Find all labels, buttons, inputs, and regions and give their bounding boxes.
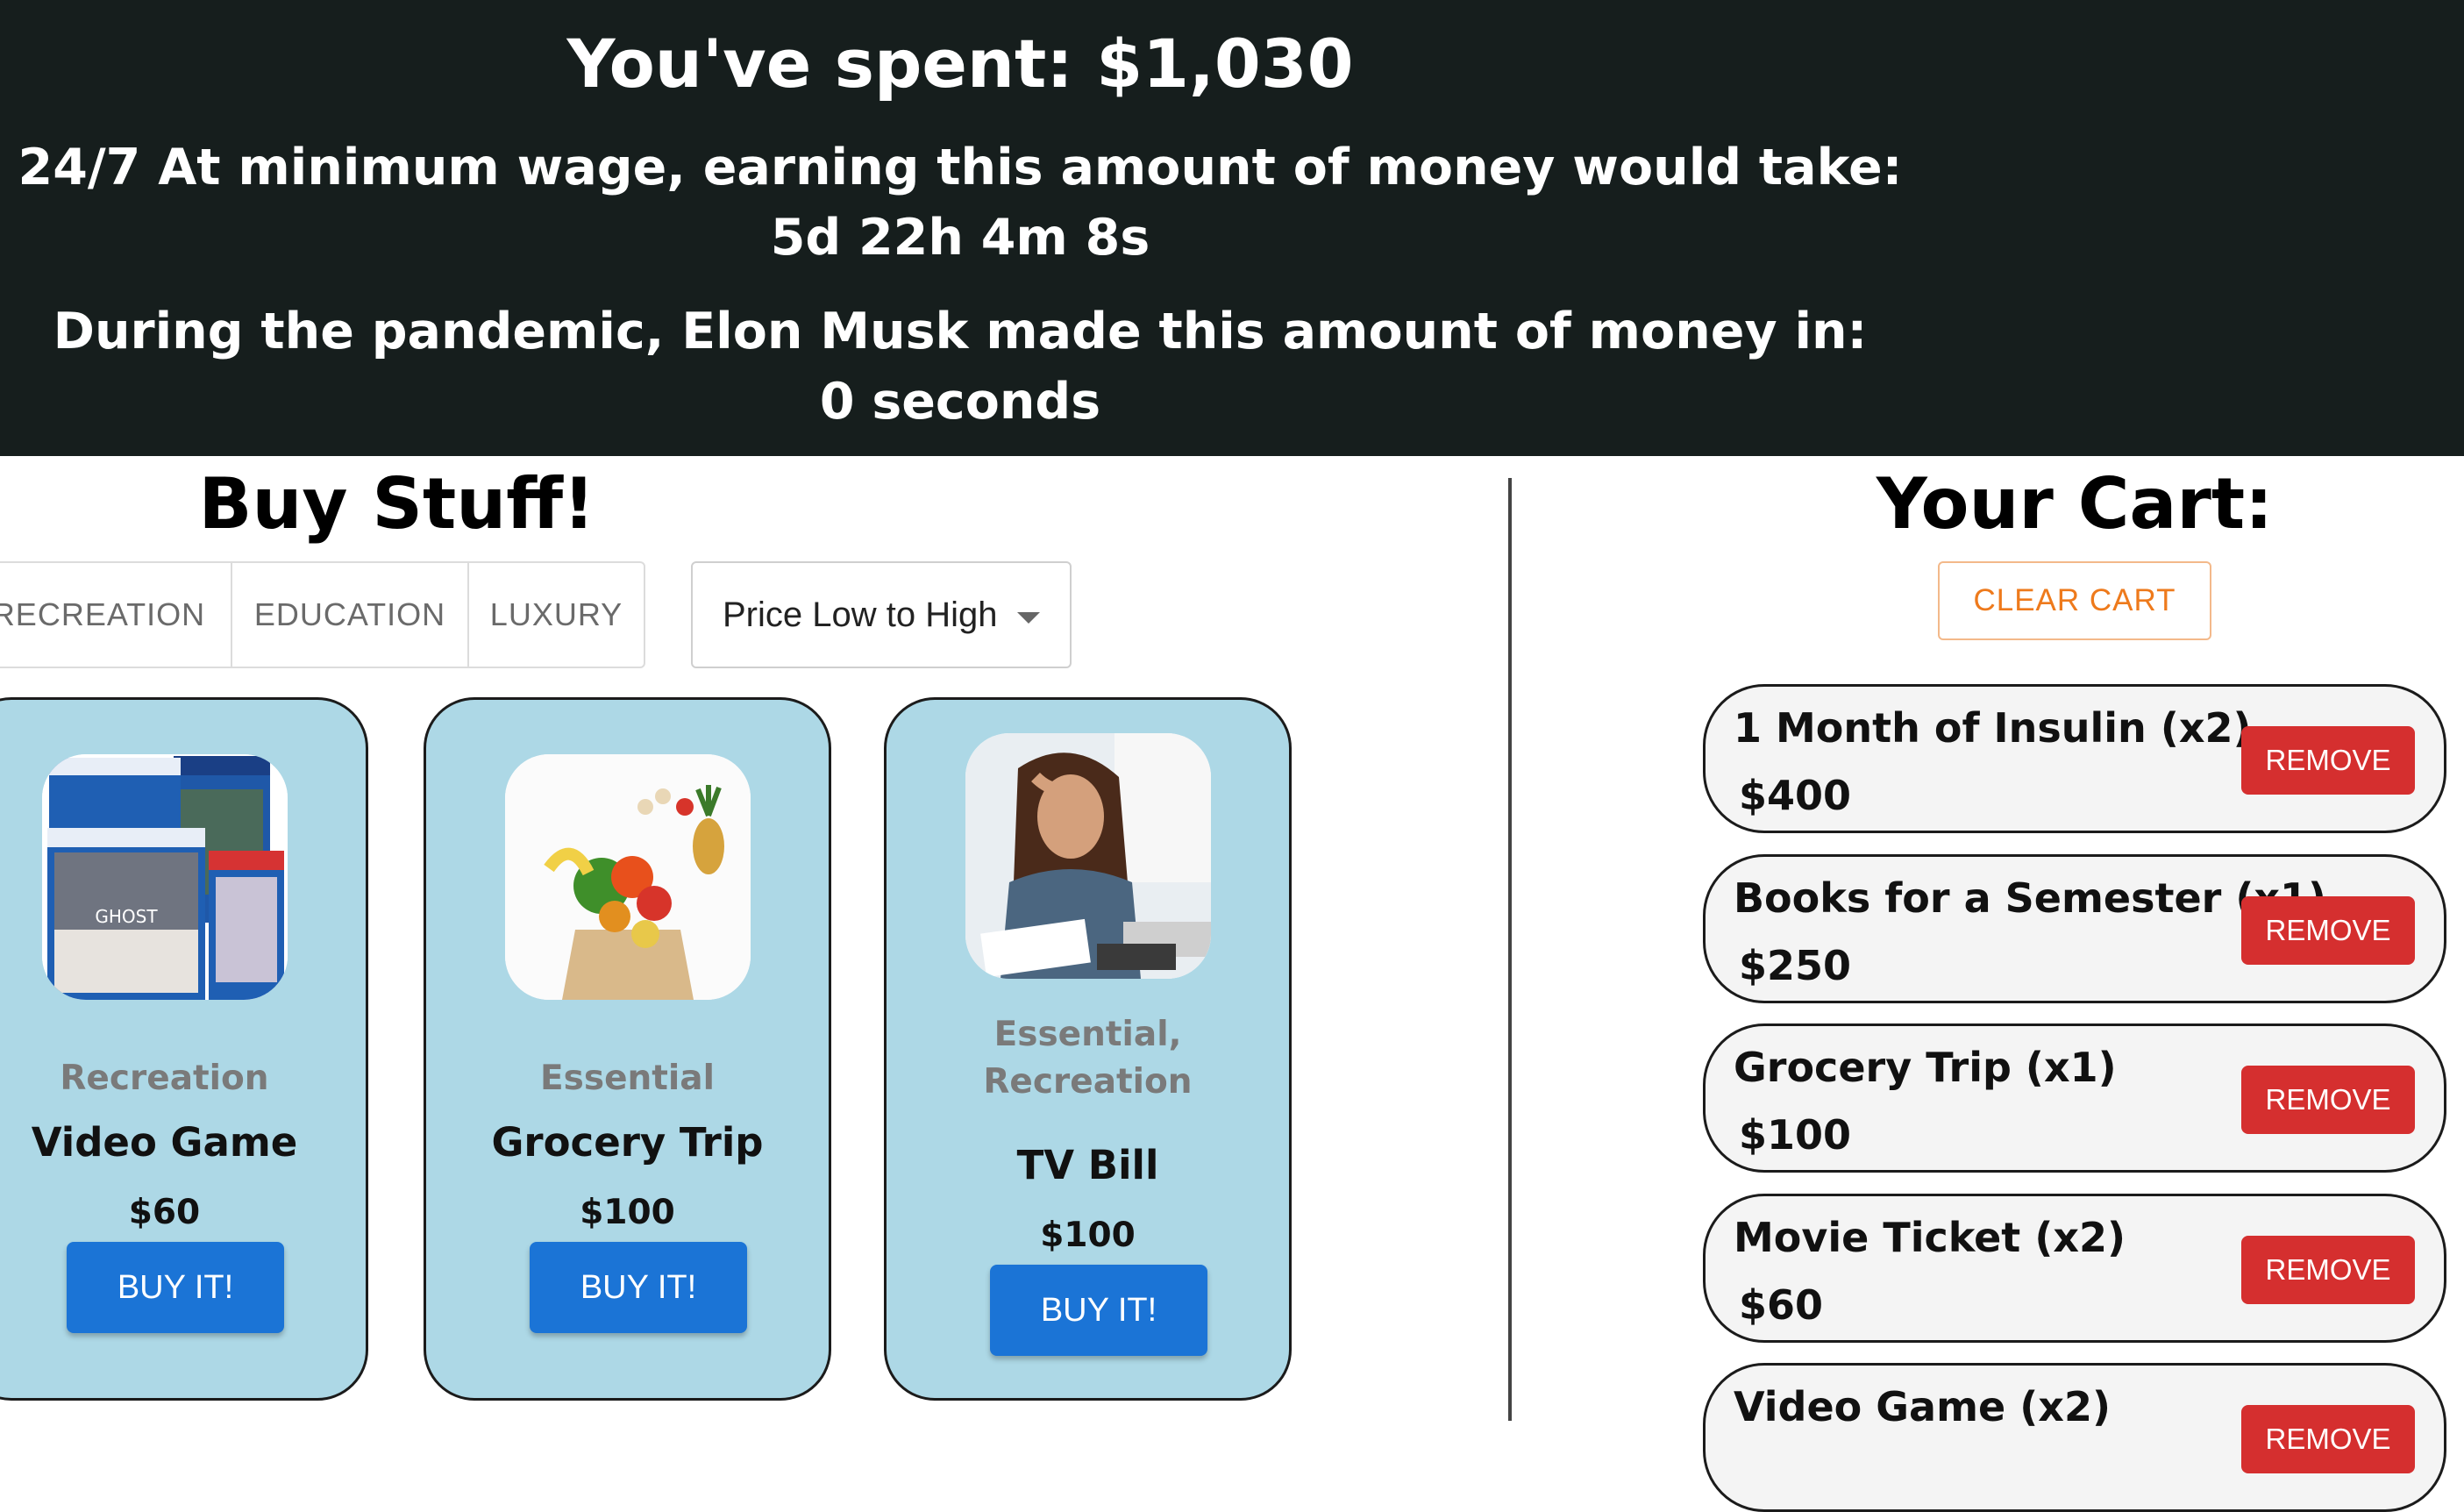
tab-recreation[interactable]: RECREATION <box>0 563 232 667</box>
product-category: Essential <box>540 1059 715 1098</box>
cart-item: Grocery Trip (x1) $100 REMOVE <box>1703 1023 2446 1173</box>
total-spent: You've spent: $1,030 <box>566 25 1354 103</box>
stressed-woman-bills-image <box>965 733 1211 979</box>
cart-item: Movie Ticket (x2) $60 REMOVE <box>1703 1194 2446 1343</box>
clear-cart-button[interactable]: CLEAR CART <box>1938 561 2211 640</box>
product-name: Video Game <box>31 1119 298 1166</box>
product-price: $100 <box>580 1193 675 1232</box>
product-card-video-game: GHOST Recreation Video Game $60 BUY IT! <box>0 697 368 1401</box>
product-card-tv-bill: Essential, Recreation TV Bill $100 BUY I… <box>884 697 1292 1401</box>
cart-item: Books for a Semester (x1) $250 REMOVE <box>1703 854 2446 1003</box>
musk-time: 0 seconds <box>819 373 1101 431</box>
minimum-wage-time: 5d 22h 4m 8s <box>770 209 1150 267</box>
cart-item-price: $400 <box>1739 772 1852 819</box>
product-category-line: Essential, <box>993 1015 1182 1054</box>
buy-button[interactable]: BUY IT! <box>990 1265 1207 1356</box>
cart-item-name: Movie Ticket (x2) <box>1734 1214 2126 1261</box>
cart-item-price: $60 <box>1739 1281 1824 1329</box>
remove-button[interactable]: REMOVE <box>2241 896 2415 965</box>
cart-item-name: 1 Month of Insulin (x2) <box>1734 704 2252 752</box>
stats-header: You've spent: $1,030 24/7 At minimum wag… <box>0 0 2464 456</box>
cart-item-name: Books for a Semester (x1) <box>1734 874 2327 922</box>
remove-button[interactable]: REMOVE <box>2241 1405 2415 1473</box>
buy-button[interactable]: BUY IT! <box>67 1242 284 1333</box>
buy-button[interactable]: BUY IT! <box>530 1242 747 1333</box>
video-game-boxes-image: GHOST <box>42 754 288 1000</box>
product-category: Essential, Recreation <box>887 1011 1289 1106</box>
product-price: $60 <box>128 1193 201 1232</box>
cart-title: Your Cart: <box>1876 463 2274 545</box>
product-name: Grocery Trip <box>491 1119 764 1166</box>
svg-text:GHOST: GHOST <box>95 906 158 927</box>
cart-item-price: $100 <box>1739 1111 1852 1159</box>
groceries-bag-image <box>505 754 751 1000</box>
remove-button[interactable]: REMOVE <box>2241 1236 2415 1304</box>
cart-item-name: Video Game (x2) <box>1734 1383 2111 1430</box>
remove-button[interactable]: REMOVE <box>2241 726 2415 795</box>
sort-select-value: Price Low to High <box>723 595 998 634</box>
cart-item-name: Grocery Trip (x1) <box>1734 1044 2117 1091</box>
cart-item-price: $250 <box>1739 942 1852 989</box>
product-price: $100 <box>1040 1216 1136 1255</box>
section-divider <box>1508 478 1512 1421</box>
chevron-down-icon <box>1017 612 1040 624</box>
tab-education[interactable]: EDUCATION <box>232 563 469 667</box>
sort-select[interactable]: Price Low to High <box>691 561 1072 668</box>
category-filter-group: RECREATION EDUCATION LUXURY <box>0 561 645 668</box>
product-category: Recreation <box>60 1059 269 1098</box>
minimum-wage-label: 24/7 At minimum wage, earning this amoun… <box>18 139 1903 196</box>
musk-label: During the pandemic, Elon Musk made this… <box>53 303 1868 360</box>
tab-luxury[interactable]: LUXURY <box>469 563 644 667</box>
product-name: TV Bill <box>1016 1142 1159 1188</box>
product-card-grocery-trip: Essential Grocery Trip $100 BUY IT! <box>424 697 831 1401</box>
remove-button[interactable]: REMOVE <box>2241 1066 2415 1134</box>
shop-title: Buy Stuff! <box>198 463 595 545</box>
product-category-line: Recreation <box>983 1062 1193 1102</box>
cart-item: Video Game (x2) REMOVE <box>1703 1363 2446 1512</box>
cart-item: 1 Month of Insulin (x2) $400 REMOVE <box>1703 684 2446 833</box>
